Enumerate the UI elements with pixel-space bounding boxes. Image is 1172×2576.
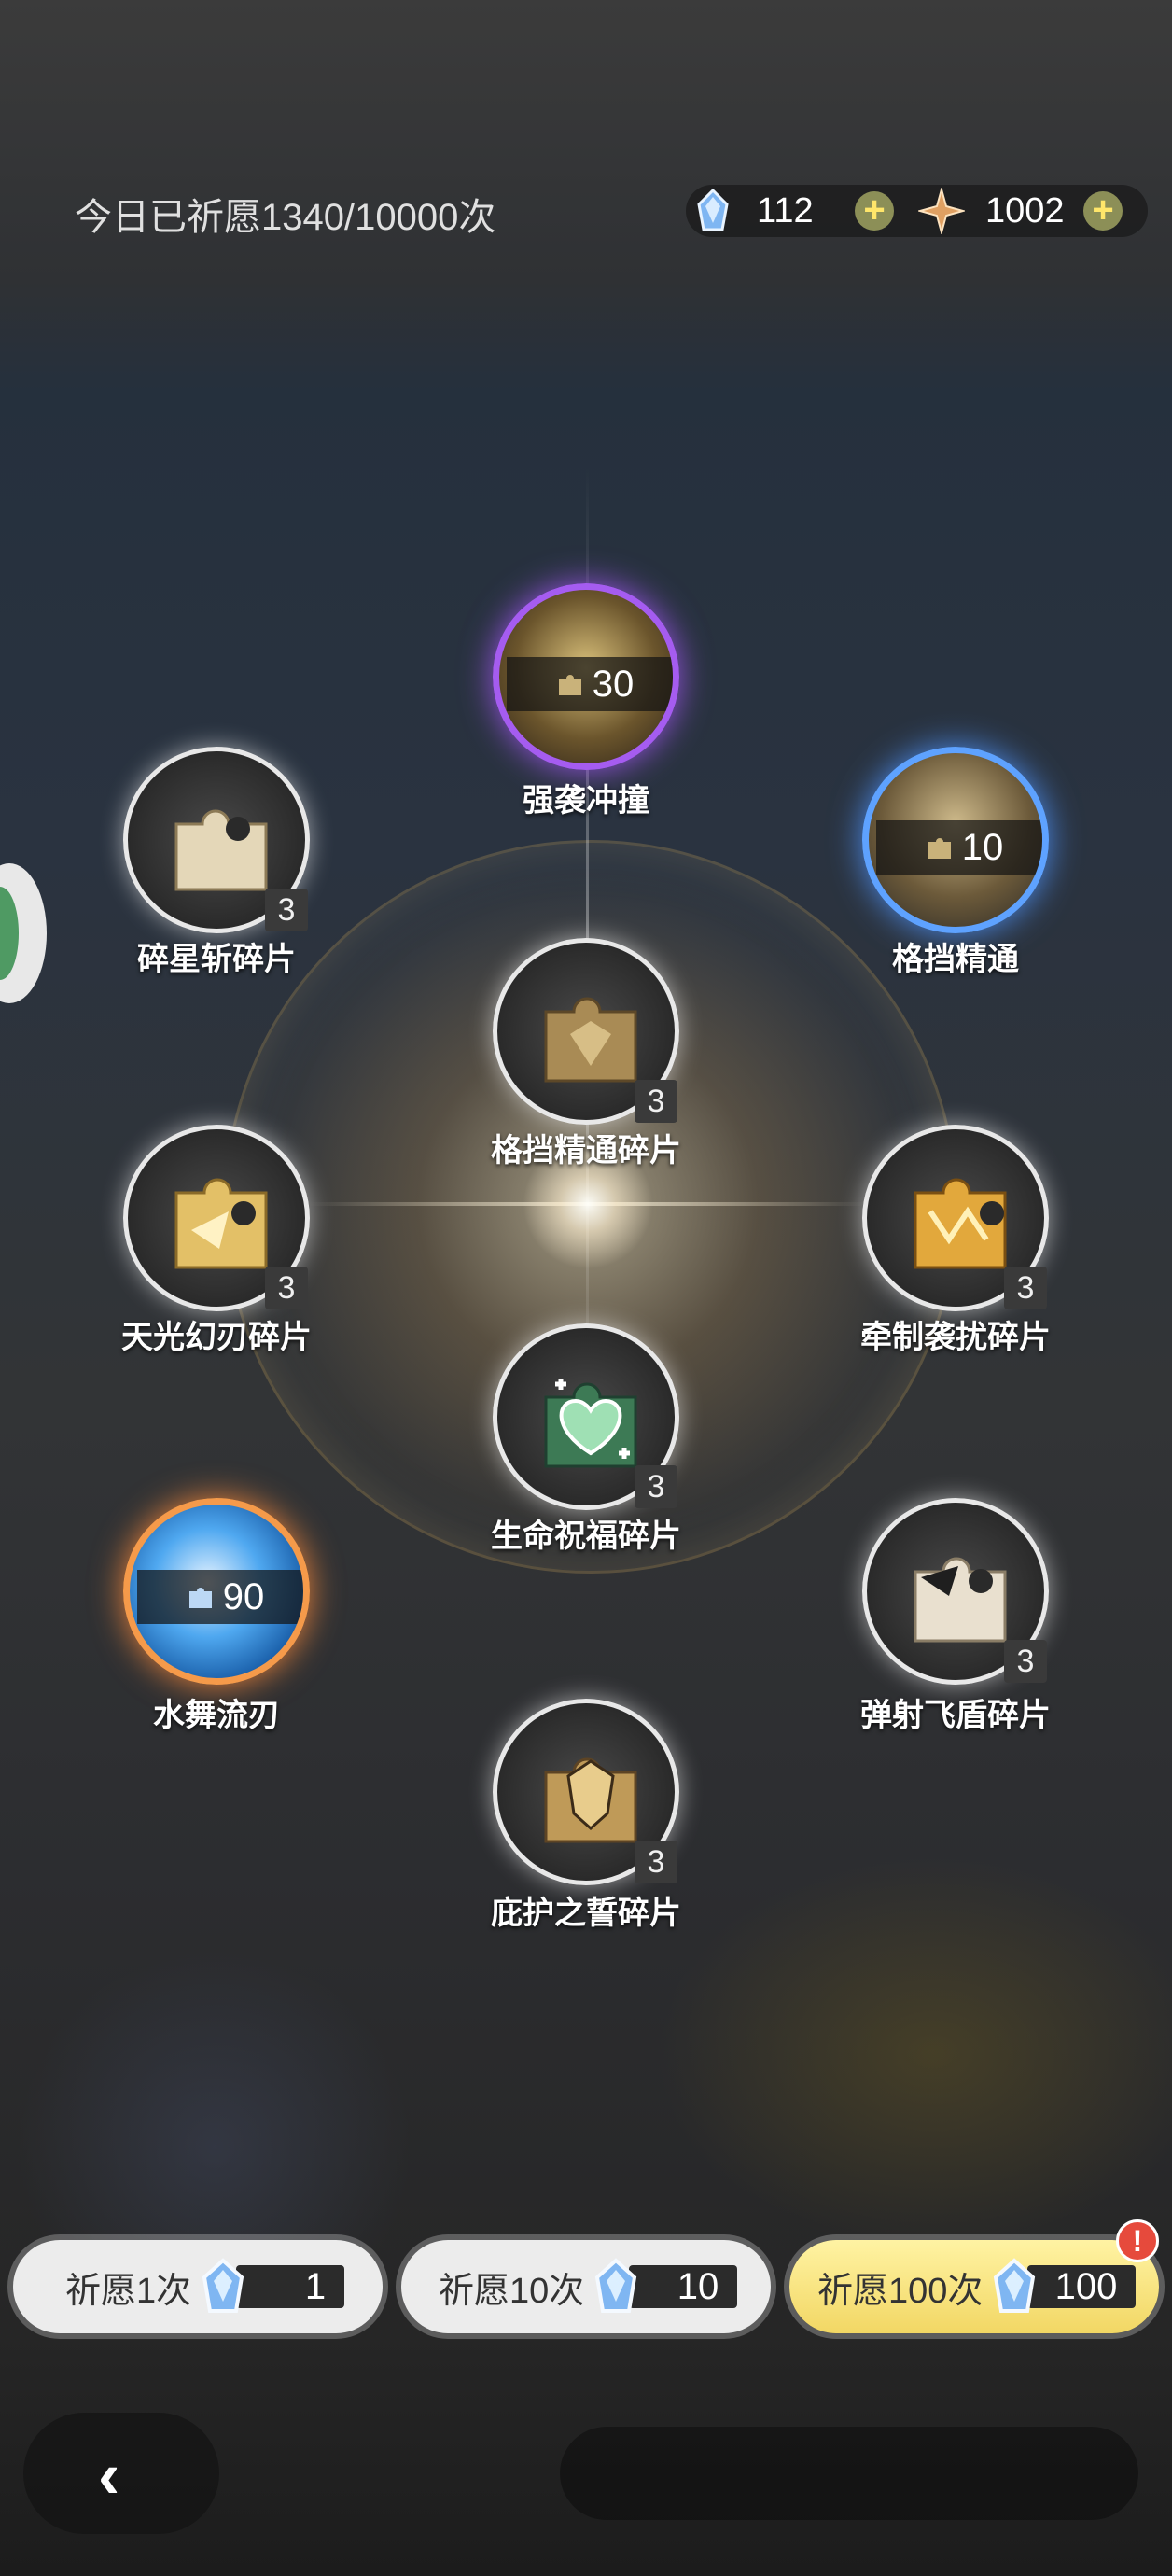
cost-value: 90 xyxy=(222,1575,265,1617)
star-gem-amount: 1002 xyxy=(985,190,1065,231)
count-badge: 3 xyxy=(635,1465,677,1508)
crystal-icon xyxy=(994,2258,1036,2313)
count-badge: 3 xyxy=(265,1267,308,1309)
puzzle-icon xyxy=(928,838,951,859)
alert-badge: ! xyxy=(1116,2219,1159,2262)
fragment-node-qianzhi-xirao[interactable]: 3 xyxy=(862,1125,1049,1311)
wish-button-label: 祈愿1次 xyxy=(65,2271,192,2311)
star-gem-icon xyxy=(918,188,965,234)
puzzle-icon xyxy=(558,675,581,695)
cost-value: 30 xyxy=(592,663,635,705)
fragment-node-suixingzhan[interactable]: 3 xyxy=(123,747,310,933)
skill-node-shuiwu-liuren[interactable]: 90 xyxy=(123,1498,310,1685)
cost-band: 30 xyxy=(507,657,673,711)
skill-label: 强袭冲撞 xyxy=(523,783,649,819)
skill-node-gedang-jingtong[interactable]: 10 xyxy=(862,747,1049,933)
wish-100x-button[interactable]: 祈愿100次 100 ! xyxy=(789,2219,1159,2333)
back-arrow-icon: ‹ xyxy=(98,2439,120,2512)
puzzle-fragment-icon xyxy=(174,809,268,891)
cost-band: 10 xyxy=(876,820,1042,875)
fragment-label: 格挡精通碎片 xyxy=(491,1133,681,1169)
fragment-node-tanshe-feidun[interactable]: 3 xyxy=(862,1498,1049,1685)
puzzle-fragment-icon xyxy=(544,1379,637,1468)
fragment-node-bihu-zhishi[interactable]: 3 xyxy=(493,1699,679,1885)
count-badge: 3 xyxy=(635,1080,677,1123)
skill-label: 格挡精通 xyxy=(892,942,1019,977)
puzzle-fragment-icon xyxy=(914,1557,1007,1643)
fragment-node-tianguang-huanren[interactable]: 3 xyxy=(123,1125,310,1311)
crystal-icon xyxy=(202,2258,244,2313)
cost-band: 90 xyxy=(137,1570,303,1624)
skill-ring: 90 xyxy=(123,1498,310,1685)
puzzle-fragment-icon xyxy=(544,1757,637,1843)
count-badge: 3 xyxy=(635,1841,677,1883)
fragment-label: 牵制袭扰碎片 xyxy=(860,1320,1051,1355)
crystal-icon xyxy=(595,2258,637,2313)
wish-button-label: 祈愿100次 xyxy=(817,2271,984,2311)
wish-10x-button[interactable]: 祈愿10次 10 xyxy=(401,2240,771,2333)
fragment-label: 碎星斩碎片 xyxy=(137,942,296,977)
puzzle-fragment-icon xyxy=(174,1178,268,1269)
count-badge: 3 xyxy=(265,889,308,931)
count-badge: 3 xyxy=(1004,1640,1047,1683)
skill-node-qiangxi-chongzhuang[interactable]: 30 xyxy=(493,583,679,770)
wish-1x-button[interactable]: 祈愿1次 1 xyxy=(13,2240,383,2333)
cost-value: 10 xyxy=(961,826,1004,868)
skill-label: 水舞流刃 xyxy=(153,1698,280,1733)
puzzle-fragment-icon xyxy=(544,997,637,1083)
fragment-label: 生命祝福碎片 xyxy=(491,1519,681,1554)
fragment-label: 天光幻刃碎片 xyxy=(121,1320,312,1355)
puzzle-icon xyxy=(188,1588,212,1608)
skill-ring: 30 xyxy=(493,583,679,770)
add-star-gem-button[interactable]: + xyxy=(1083,191,1123,231)
crystal-amount: 112 xyxy=(757,190,814,231)
wish-button-label: 祈愿10次 xyxy=(439,2271,585,2311)
fragment-label: 弹射飞盾碎片 xyxy=(860,1698,1051,1733)
side-chat-bubble[interactable] xyxy=(0,863,47,1003)
chat-icon xyxy=(0,887,19,980)
skill-ring: 10 xyxy=(862,747,1049,933)
daily-wish-count: 今日已祈愿1340/10000次 xyxy=(75,197,496,238)
crystal-icon xyxy=(697,188,729,231)
puzzle-fragment-icon xyxy=(914,1178,1007,1269)
add-crystal-button[interactable]: + xyxy=(855,191,894,231)
count-badge: 3 xyxy=(1004,1267,1047,1309)
fragment-node-gedang-jingtong[interactable]: 3 xyxy=(493,938,679,1125)
back-button[interactable]: ‹ xyxy=(23,2413,219,2534)
bottom-shadow xyxy=(560,2427,1138,2520)
fragment-node-shengming-zhufu[interactable]: 3 xyxy=(493,1323,679,1510)
fragment-label: 庇护之誓碎片 xyxy=(491,1896,681,1931)
currency-bar: 112 + 1002 + xyxy=(686,185,1148,237)
